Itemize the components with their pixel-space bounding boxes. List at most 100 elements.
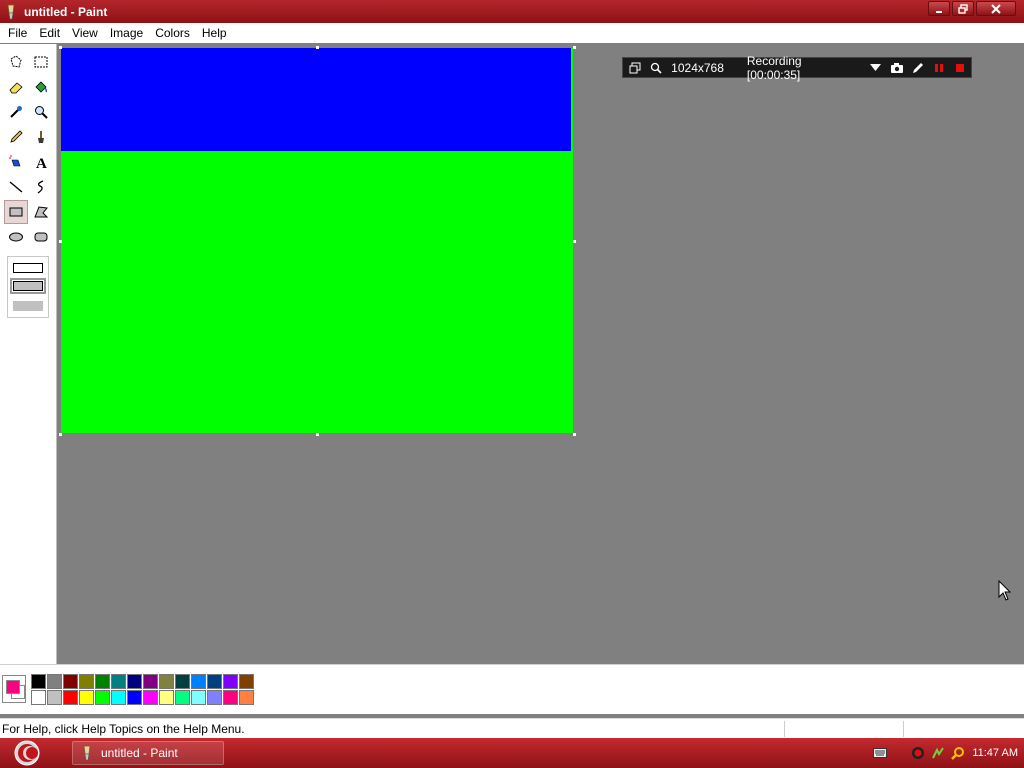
- window-icon: [629, 62, 640, 73]
- palette-swatch[interactable]: [127, 674, 142, 689]
- recorder-snapshot-button[interactable]: [887, 62, 908, 74]
- restore-icon: [958, 3, 968, 14]
- drawing-canvas[interactable]: [61, 48, 573, 433]
- palette-swatch[interactable]: [143, 690, 158, 705]
- menu-image[interactable]: Image: [104, 23, 149, 43]
- record-icon[interactable]: [910, 745, 926, 761]
- palette-swatch[interactable]: [191, 690, 206, 705]
- resize-handle-bottom-left: [59, 433, 62, 436]
- palette-swatch[interactable]: [79, 690, 94, 705]
- palette-swatch[interactable]: [111, 674, 126, 689]
- eraser-icon: [9, 82, 23, 94]
- rectangle-tool[interactable]: [4, 200, 28, 224]
- pause-icon: [935, 63, 944, 72]
- recorder-stop-button[interactable]: [950, 63, 971, 73]
- recorder-menu-button[interactable]: [864, 63, 887, 72]
- search-icon[interactable]: [950, 745, 966, 761]
- resize-handle-right[interactable]: [573, 240, 576, 243]
- palette-swatch[interactable]: [175, 690, 190, 705]
- brush-tool[interactable]: [29, 125, 53, 149]
- system-tray: 11:47 AM: [872, 738, 1018, 768]
- fill-style-outline-fill[interactable]: [10, 278, 46, 294]
- start-orb-icon: [14, 740, 40, 766]
- magnifier-icon: [35, 106, 48, 119]
- ellipse-icon: [9, 232, 23, 242]
- palette-swatch[interactable]: [159, 674, 174, 689]
- network-icon[interactable]: [930, 745, 946, 761]
- ellipse-tool[interactable]: [4, 225, 28, 249]
- eraser-tool[interactable]: [4, 75, 28, 99]
- airbrush-tool[interactable]: [4, 150, 28, 174]
- stop-icon: [956, 63, 965, 72]
- magnifier-tool[interactable]: [29, 100, 53, 124]
- palette-swatch[interactable]: [191, 674, 206, 689]
- menu-colors[interactable]: Colors: [149, 23, 196, 43]
- polygon-tool[interactable]: [29, 200, 53, 224]
- close-icon: [991, 3, 1001, 14]
- palette-swatch[interactable]: [31, 690, 46, 705]
- palette-swatch[interactable]: [143, 674, 158, 689]
- palette-swatch[interactable]: [175, 674, 190, 689]
- palette-swatch[interactable]: [239, 674, 254, 689]
- line-tool[interactable]: [4, 175, 28, 199]
- palette-swatch[interactable]: [223, 690, 238, 705]
- minimize-button[interactable]: [928, 1, 950, 16]
- restore-button[interactable]: [952, 1, 974, 16]
- mouse-cursor-icon: [998, 580, 1012, 601]
- fill-style-options: [7, 256, 49, 318]
- palette-swatch[interactable]: [95, 674, 110, 689]
- start-button[interactable]: [10, 739, 44, 767]
- resize-handle-bottom[interactable]: [316, 433, 319, 436]
- palette-swatch[interactable]: [47, 674, 62, 689]
- pencil-tool[interactable]: [4, 125, 28, 149]
- palette-swatch[interactable]: [223, 674, 238, 689]
- palette-swatch[interactable]: [159, 690, 174, 705]
- menu-file[interactable]: File: [2, 23, 33, 43]
- brush-icon: [38, 131, 44, 143]
- resize-handle-top: [316, 46, 319, 49]
- keyboard-icon[interactable]: [872, 745, 888, 761]
- palette-swatch[interactable]: [239, 690, 254, 705]
- pick-color-tool[interactable]: [4, 100, 28, 124]
- foreground-color-swatch[interactable]: [6, 680, 20, 694]
- free-form-select-tool[interactable]: [4, 50, 28, 74]
- taskbar-item-paint[interactable]: untitled - Paint: [72, 741, 224, 765]
- recorder-pause-button[interactable]: [929, 63, 950, 73]
- palette-swatch[interactable]: [31, 674, 46, 689]
- palette-swatch[interactable]: [207, 674, 222, 689]
- menu-edit[interactable]: Edit: [33, 23, 66, 43]
- palette-grid: [31, 674, 254, 705]
- curve-tool[interactable]: [29, 175, 53, 199]
- palette-swatch[interactable]: [95, 690, 110, 705]
- rounded-rectangle-icon: [34, 232, 48, 242]
- text-tool[interactable]: A: [29, 150, 53, 174]
- resize-handle-bottom-right[interactable]: [573, 433, 576, 436]
- menu-help[interactable]: Help: [196, 23, 233, 43]
- paint-app-icon[interactable]: [4, 4, 18, 20]
- close-button[interactable]: [976, 1, 1016, 16]
- select-tool[interactable]: [29, 50, 53, 74]
- resize-handle-top-right[interactable]: [573, 46, 576, 49]
- rounded-rectangle-tool[interactable]: [29, 225, 53, 249]
- pencil-icon: [913, 62, 924, 73]
- palette-swatch[interactable]: [111, 690, 126, 705]
- palette-swatch[interactable]: [47, 690, 62, 705]
- camera-icon: [891, 62, 904, 73]
- palette-swatch[interactable]: [79, 674, 94, 689]
- recorder-status: Recording [00:00:35]: [746, 53, 802, 82]
- fill-style-outline[interactable]: [13, 263, 43, 273]
- recorder-window-button[interactable]: [623, 62, 646, 74]
- menu-view[interactable]: View: [66, 23, 104, 43]
- palette-swatch[interactable]: [207, 690, 222, 705]
- recorder-zoom-button[interactable]: [646, 62, 665, 74]
- palette-swatch[interactable]: [127, 690, 142, 705]
- blue-rectangle: [61, 48, 571, 151]
- palette-swatch[interactable]: [63, 690, 78, 705]
- resize-handle-top-left: [59, 46, 62, 49]
- palette-swatch[interactable]: [63, 674, 78, 689]
- fill-bucket-tool[interactable]: [29, 75, 53, 99]
- recorder-draw-button[interactable]: [908, 62, 929, 74]
- recorder-toolbar: 1024x768 Recording [00:00:35]: [622, 54, 972, 82]
- fill-style-fill-only[interactable]: [13, 301, 43, 311]
- clock[interactable]: 11:47 AM: [972, 747, 1018, 759]
